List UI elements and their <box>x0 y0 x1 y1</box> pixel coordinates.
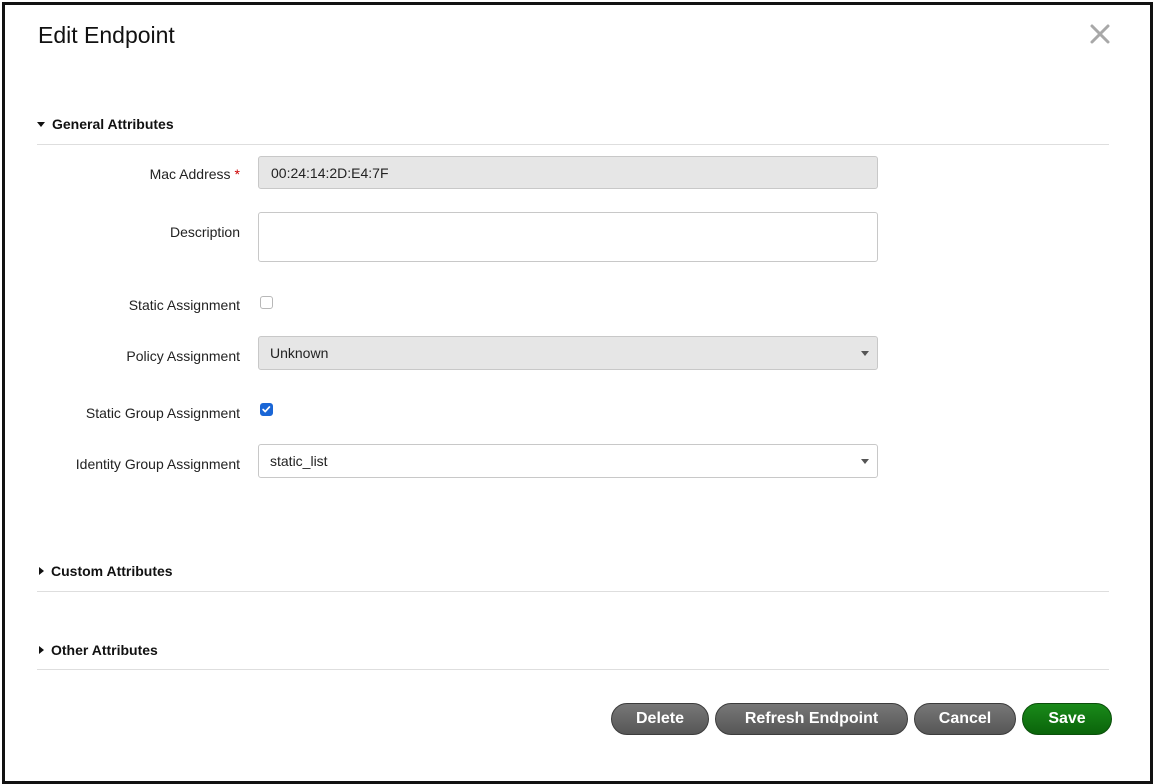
dialog-title: Edit Endpoint <box>38 22 175 48</box>
policy-assignment-value: Unknown <box>270 345 329 361</box>
checkmark-icon <box>262 406 271 413</box>
required-marker: * <box>234 166 240 182</box>
description-field[interactable] <box>258 212 878 262</box>
cancel-button[interactable]: Cancel <box>914 703 1016 735</box>
mac-address-label-text: Mac Address <box>149 166 231 182</box>
save-button[interactable]: Save <box>1022 703 1112 735</box>
policy-assignment-label: Policy Assignment <box>126 348 240 364</box>
section-general-label: General Attributes <box>52 116 174 132</box>
close-icon[interactable] <box>1088 22 1112 46</box>
section-other-label: Other Attributes <box>51 642 158 658</box>
static-assignment-label: Static Assignment <box>128 297 240 313</box>
caret-right-icon <box>39 567 44 575</box>
identity-group-assignment-value: static_list <box>270 453 328 469</box>
description-label: Description <box>169 224 240 240</box>
identity-group-assignment-select[interactable]: static_list <box>258 444 878 478</box>
divider <box>37 144 1109 145</box>
divider <box>37 591 1109 592</box>
caret-right-icon <box>39 646 44 654</box>
mac-address-label: Mac Address * <box>150 166 240 182</box>
section-custom-attributes[interactable]: Custom Attributes <box>37 563 173 579</box>
divider <box>37 669 1109 670</box>
chevron-down-icon <box>861 459 869 464</box>
refresh-endpoint-button[interactable]: Refresh Endpoint <box>715 703 908 735</box>
identity-group-assignment-label: Identity Group Assignment <box>75 456 240 472</box>
static-group-assignment-checkbox[interactable] <box>260 403 273 416</box>
policy-assignment-select[interactable]: Unknown <box>258 336 878 370</box>
edit-endpoint-dialog <box>2 2 1153 784</box>
caret-down-icon <box>37 121 45 127</box>
chevron-down-icon <box>861 351 869 356</box>
mac-address-field[interactable] <box>258 156 878 189</box>
static-assignment-checkbox[interactable] <box>260 296 273 309</box>
section-other-attributes[interactable]: Other Attributes <box>37 642 158 658</box>
section-general-attributes[interactable]: General Attributes <box>37 116 174 132</box>
static-group-assignment-label: Static Group Assignment <box>85 405 240 421</box>
section-custom-label: Custom Attributes <box>51 563 173 579</box>
delete-button[interactable]: Delete <box>611 703 709 735</box>
